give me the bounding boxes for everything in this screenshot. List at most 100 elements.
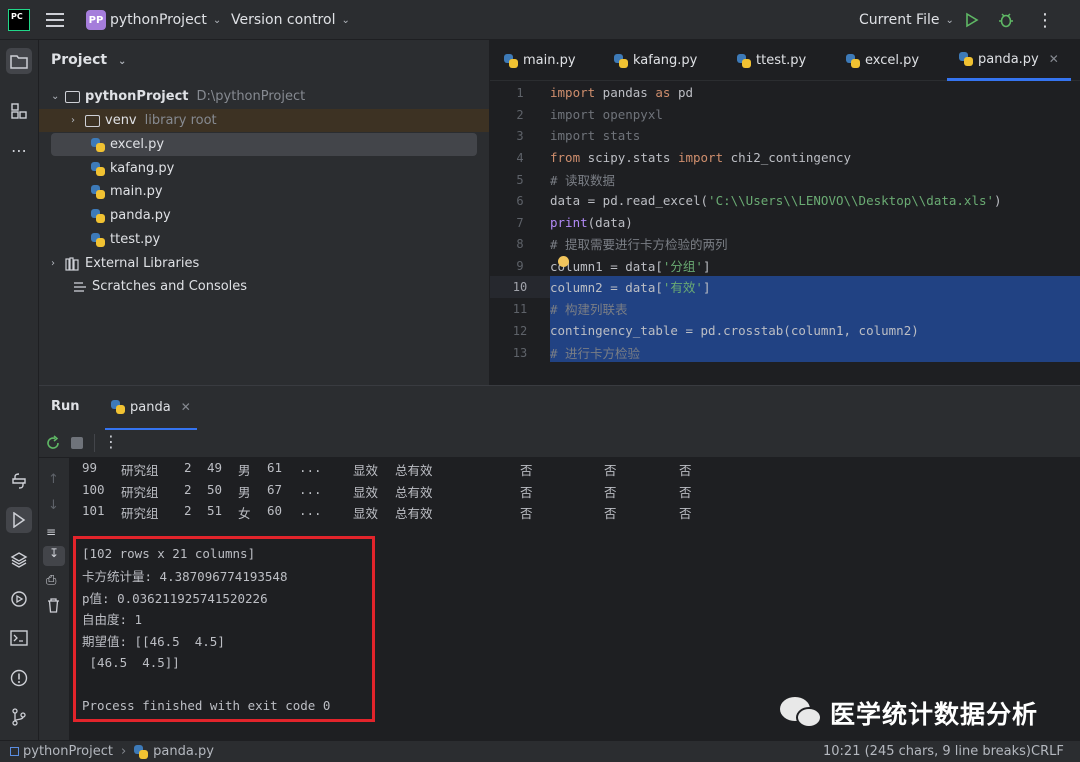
arrow-down-icon[interactable]: ↓ [48, 498, 59, 513]
tree-item-scratches[interactable]: Scratches and Consoles [73, 275, 247, 298]
code-line[interactable]: 3 import stats [490, 125, 1080, 147]
rerun-icon[interactable] [45, 435, 61, 455]
line-number: 12 [512, 323, 528, 338]
folder-icon [85, 114, 100, 127]
arrow-up-icon[interactable]: ↑ [48, 472, 59, 487]
run-button[interactable] [964, 0, 980, 40]
code-token: column2 = data[ [550, 280, 663, 296]
cell: 总有效 [395, 463, 433, 478]
lightbulb-icon[interactable] [558, 256, 569, 267]
title-bar: PC PP pythonProject ⌄ Version control ⌄ … [0, 0, 1080, 40]
cell: ... [299, 503, 322, 518]
tree-item-label: excel.py [110, 137, 165, 152]
code-line[interactable]: 8 # 提取需要进行卡方检验的两列 [490, 233, 1080, 255]
scroll-to-end-icon[interactable]: ↧ [43, 546, 65, 566]
close-tab-icon[interactable]: ✕ [181, 400, 191, 414]
tab-ttest[interactable]: ttest.py [737, 40, 806, 81]
tree-item-panda[interactable]: panda.py [91, 204, 171, 227]
tool-window-strip: ⋯ [0, 40, 39, 740]
tab-excel[interactable]: excel.py [846, 40, 919, 81]
run-tab-panda[interactable]: panda ✕ [105, 386, 197, 430]
git-icon[interactable] [6, 704, 32, 730]
tab-kafang[interactable]: kafang.py [614, 40, 697, 81]
line-ending[interactable]: CRLF [1031, 744, 1064, 759]
soft-wrap-icon[interactable]: ≡ [46, 525, 56, 539]
tree-item-kafang[interactable]: kafang.py [91, 157, 174, 180]
project-panel-title[interactable]: Project ⌄ [51, 52, 126, 68]
problems-icon[interactable] [6, 665, 32, 691]
cell: 研究组 [121, 463, 159, 478]
code-line[interactable]: 12 contingency_table = pd.crosstab(colum… [490, 320, 1080, 342]
tree-item-external-libraries[interactable]: › External Libraries [51, 252, 199, 275]
trash-icon[interactable] [47, 598, 60, 617]
code-line[interactable]: 2 import openpyxl [490, 104, 1080, 126]
cell: 研究组 [121, 485, 159, 500]
code-line[interactable]: 7 print(data) [490, 212, 1080, 234]
project-switcher[interactable]: pythonProject ⌄ [110, 0, 221, 40]
play-icon [966, 12, 979, 28]
cell: 否 [520, 506, 533, 521]
close-tab-icon[interactable]: ✕ [1049, 52, 1059, 66]
code-line[interactable]: 13 # 进行卡方检验 [490, 342, 1080, 364]
chevron-down-icon: ⌄ [341, 14, 350, 26]
editor-tabs: main.py kafang.py ttest.py excel.py pand… [490, 40, 1080, 81]
tree-item-venv[interactable]: › venv library root [71, 109, 217, 132]
tree-item-main[interactable]: main.py [91, 180, 163, 203]
run-config-selector[interactable]: Current File ⌄ [859, 0, 954, 40]
tab-main[interactable]: main.py [504, 40, 576, 81]
module-icon [10, 747, 19, 756]
python-file-icon [91, 232, 105, 247]
cell: 2 [184, 460, 192, 475]
line-number: 5 [516, 172, 524, 187]
code-text: contingency_table = pd.crosstab(column1,… [550, 323, 919, 339]
code-token: import [677, 150, 724, 166]
code-string: 'C:\\Users\\LENOVO\\Desktop\\data.xls' [708, 193, 995, 209]
stop-icon[interactable] [71, 437, 83, 449]
code-string: '分组' [662, 259, 703, 275]
more-options-icon[interactable]: ⋮ [1036, 0, 1054, 40]
code-line[interactable]: 4 from scipy.stats import chi2_contingen… [490, 147, 1080, 169]
code-builtin: print [550, 215, 588, 231]
python-file-icon [737, 53, 751, 68]
code-comment: # 提取需要进行卡方检验的两列 [550, 237, 728, 253]
code-token: from [550, 150, 581, 166]
tree-root-label: pythonProject [85, 89, 189, 104]
code-line[interactable]: 6 data = pd.read_excel('C:\\Users\\LENOV… [490, 190, 1080, 212]
tree-root[interactable]: ⌄ pythonProject D:\pythonProject [51, 85, 305, 108]
code-line[interactable]: 1 import pandas as pd [490, 82, 1080, 104]
terminal-icon[interactable] [6, 625, 32, 651]
project-panel: Project ⌄ ⌄ pythonProject D:\pythonProje… [39, 40, 489, 385]
caret-position[interactable]: 10:21 (245 chars, 9 line breaks) [823, 744, 1031, 759]
python-file-icon [959, 52, 973, 66]
project-folder-icon[interactable] [6, 48, 32, 74]
breadcrumb-project[interactable]: pythonProject [23, 744, 113, 759]
more-options-icon[interactable]: ⋮ [103, 432, 119, 451]
code-line[interactable]: 5 # 读取数据 [490, 169, 1080, 191]
python-file-icon [614, 53, 628, 68]
print-icon[interactable]: ⎙ [46, 573, 56, 588]
pycharm-logo-icon[interactable]: PC [8, 9, 30, 31]
main-menu-icon[interactable] [46, 0, 66, 40]
python-file-icon [504, 53, 518, 68]
tab-label: panda.py [978, 51, 1039, 67]
tree-item-ttest[interactable]: ttest.py [91, 228, 160, 251]
python-console-icon[interactable] [6, 468, 32, 494]
services-icon[interactable] [6, 586, 32, 612]
code-line[interactable]: 10 column2 = data['有效'] [490, 276, 1080, 298]
cell: 显效 [353, 506, 379, 521]
structure-icon[interactable] [6, 98, 32, 124]
version-control-menu[interactable]: Version control ⌄ [231, 0, 350, 40]
tree-item-excel[interactable]: excel.py [91, 133, 164, 156]
run-config-label: Current File [859, 12, 940, 28]
run-tool-icon[interactable] [6, 507, 32, 533]
breadcrumb-file[interactable]: panda.py [153, 744, 214, 759]
more-tools-icon[interactable]: ⋯ [6, 137, 32, 163]
code-line[interactable]: 11 # 构建列联表 [490, 298, 1080, 320]
breadcrumb: pythonProject › panda.py [10, 744, 214, 759]
code-string: '有效' [662, 280, 703, 296]
tab-panda[interactable]: panda.py ✕ [947, 40, 1071, 81]
code-line[interactable]: 9 column1 = data['分组'] [490, 255, 1080, 277]
code-token: (data) [587, 215, 633, 231]
debug-button[interactable] [997, 0, 1015, 40]
layers-icon[interactable] [6, 547, 32, 573]
